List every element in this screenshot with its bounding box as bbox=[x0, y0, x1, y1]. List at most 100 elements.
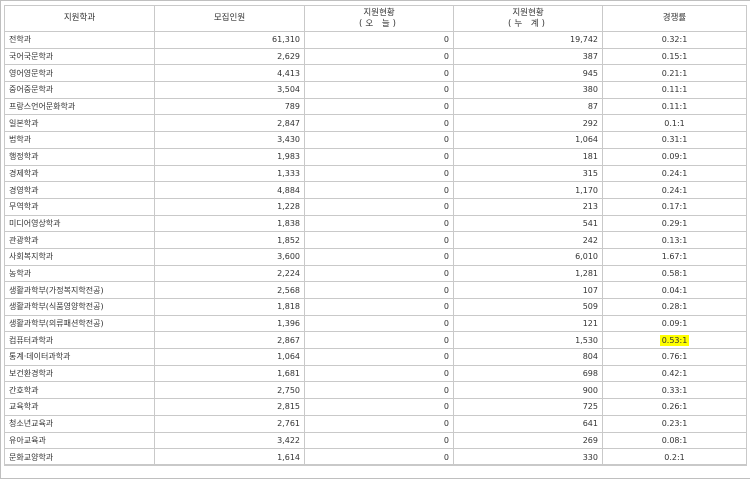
today-count-cell: 0 bbox=[304, 414, 454, 433]
dept-cell: 농학과 bbox=[4, 264, 155, 283]
quota-cell: 2,847 bbox=[154, 114, 305, 133]
table-row: 생활과학부(가정복지학전공) 2,568 0 107 0.04:1 bbox=[4, 281, 747, 299]
total-count-cell: 315 bbox=[453, 164, 603, 183]
table-row: 교육학과 2,815 0 725 0.26:1 bbox=[4, 398, 747, 416]
rate-cell: 0.08:1 bbox=[602, 431, 747, 450]
today-count-cell: 0 bbox=[304, 64, 454, 83]
today-count-cell: 0 bbox=[304, 331, 454, 350]
rate-cell: 0.11:1 bbox=[602, 81, 747, 99]
total-count-cell: 380 bbox=[453, 81, 603, 99]
dept-cell: 교육학과 bbox=[4, 398, 155, 416]
highlighted-rate: 0.53:1 bbox=[659, 334, 690, 346]
today-count-cell: 0 bbox=[304, 97, 454, 116]
table-row: 간호학과 2,750 0 900 0.33:1 bbox=[4, 381, 747, 400]
total-count-cell: 1,281 bbox=[453, 264, 603, 283]
rate-cell: 0.26:1 bbox=[602, 398, 747, 416]
header-dept: 지원학과 bbox=[4, 5, 155, 32]
dept-cell: 청소년교육과 bbox=[4, 414, 155, 433]
rate-cell: 0.76:1 bbox=[602, 348, 747, 366]
total-count-cell: 292 bbox=[453, 114, 603, 133]
total-count-cell: 242 bbox=[453, 231, 603, 249]
dept-cell: 경영학과 bbox=[4, 181, 155, 199]
table-row: 유아교육과 3,422 0 269 0.08:1 bbox=[4, 431, 747, 450]
table-row: 중어중문학과 3,504 0 380 0.11:1 bbox=[4, 81, 747, 99]
dept-cell: 생활과학부(식품영양학전공) bbox=[4, 298, 155, 316]
dept-cell: 사회복지학과 bbox=[4, 247, 155, 266]
today-count-cell: 0 bbox=[304, 348, 454, 366]
rate-cell: 0.53:1 bbox=[602, 331, 747, 350]
dept-cell: 행정학과 bbox=[4, 147, 155, 166]
applications-table: 지원학과 모집인원 지원현황 (오 늘) 지원현황 (누 계) 경쟁률 전학과 6… bbox=[4, 5, 747, 466]
total-count-cell: 87 bbox=[453, 97, 603, 116]
table-bottom-divider bbox=[4, 464, 746, 465]
today-count-cell: 0 bbox=[304, 398, 454, 416]
total-count-cell: 541 bbox=[453, 214, 603, 233]
rate-cell: 0.09:1 bbox=[602, 147, 747, 166]
quota-cell: 1,333 bbox=[154, 164, 305, 183]
quota-cell: 2,750 bbox=[154, 381, 305, 400]
table-row: 경영학과 4,884 0 1,170 0.24:1 bbox=[4, 181, 747, 199]
table-row: 국어국문학과 2,629 0 387 0.15:1 bbox=[4, 47, 747, 66]
table-row: 영어영문학과 4,413 0 945 0.21:1 bbox=[4, 64, 747, 83]
table-row: 무역학과 1,228 0 213 0.17:1 bbox=[4, 197, 747, 216]
table-row: 미디어영상학과 1,838 0 541 0.29:1 bbox=[4, 214, 747, 233]
today-count-cell: 0 bbox=[304, 214, 454, 233]
rate-cell: 0.31:1 bbox=[602, 131, 747, 149]
table-row: 일본학과 2,847 0 292 0.1:1 bbox=[4, 114, 747, 133]
header-rate: 경쟁률 bbox=[602, 5, 747, 32]
today-count-cell: 0 bbox=[304, 197, 454, 216]
total-count-cell: 181 bbox=[453, 147, 603, 166]
dept-cell: 전학과 bbox=[4, 31, 155, 49]
total-count-cell: 330 bbox=[453, 448, 603, 466]
total-count-cell: 387 bbox=[453, 47, 603, 66]
total-count-cell: 900 bbox=[453, 381, 603, 400]
dept-cell: 보건환경학과 bbox=[4, 364, 155, 383]
header-quota: 모집인원 bbox=[154, 5, 305, 32]
quota-cell: 2,867 bbox=[154, 331, 305, 350]
total-count-cell: 698 bbox=[453, 364, 603, 383]
quota-cell: 1,228 bbox=[154, 197, 305, 216]
table-row: 생활과학부(식품영양학전공) 1,818 0 509 0.28:1 bbox=[4, 298, 747, 316]
total-count-cell: 213 bbox=[453, 197, 603, 216]
table-row: 전학과 61,310 0 19,742 0.32:1 bbox=[4, 31, 747, 49]
header-row: 지원학과 모집인원 지원현황 (오 늘) 지원현황 (누 계) 경쟁률 bbox=[4, 5, 747, 32]
rate-cell: 0.21:1 bbox=[602, 64, 747, 83]
quota-cell: 1,838 bbox=[154, 214, 305, 233]
quota-cell: 1,681 bbox=[154, 364, 305, 383]
quota-cell: 1,064 bbox=[154, 348, 305, 366]
table-row: 법학과 3,430 0 1,064 0.31:1 bbox=[4, 131, 747, 149]
header-total-line1: 지원현황 bbox=[512, 7, 544, 18]
quota-cell: 2,815 bbox=[154, 398, 305, 416]
dept-cell: 무역학과 bbox=[4, 197, 155, 216]
total-count-cell: 509 bbox=[453, 298, 603, 316]
total-count-cell: 1,170 bbox=[453, 181, 603, 199]
table-row: 문화교양학과 1,614 0 330 0.2:1 bbox=[4, 448, 747, 466]
table-row: 생활과학부(의류패션학전공) 1,396 0 121 0.09:1 bbox=[4, 314, 747, 333]
quota-cell: 1,983 bbox=[154, 147, 305, 166]
today-count-cell: 0 bbox=[304, 281, 454, 299]
quota-cell: 4,884 bbox=[154, 181, 305, 199]
header-today-line1: 지원현황 bbox=[363, 7, 395, 18]
rate-cell: 0.32:1 bbox=[602, 31, 747, 49]
today-count-cell: 0 bbox=[304, 131, 454, 149]
total-count-cell: 641 bbox=[453, 414, 603, 433]
total-count-cell: 1,064 bbox=[453, 131, 603, 149]
table-header: 지원학과 모집인원 지원현황 (오 늘) 지원현황 (누 계) 경쟁률 bbox=[4, 5, 747, 32]
table-row: 컴퓨터과학과 2,867 0 1,530 0.53:1 bbox=[4, 331, 747, 350]
dept-cell: 미디어영상학과 bbox=[4, 214, 155, 233]
quota-cell: 3,430 bbox=[154, 131, 305, 149]
dept-cell: 중어중문학과 bbox=[4, 81, 155, 99]
quota-cell: 61,310 bbox=[154, 31, 305, 49]
table-row: 행정학과 1,983 0 181 0.09:1 bbox=[4, 147, 747, 166]
quota-cell: 2,629 bbox=[154, 47, 305, 66]
table-row: 관광학과 1,852 0 242 0.13:1 bbox=[4, 231, 747, 249]
today-count-cell: 0 bbox=[304, 247, 454, 266]
today-count-cell: 0 bbox=[304, 31, 454, 49]
today-count-cell: 0 bbox=[304, 81, 454, 99]
today-count-cell: 0 bbox=[304, 181, 454, 199]
page-frame: 지원학과 모집인원 지원현황 (오 늘) 지원현황 (누 계) 경쟁률 전학과 6… bbox=[0, 0, 750, 479]
table-row: 통계·데이터과학과 1,064 0 804 0.76:1 bbox=[4, 348, 747, 366]
quota-cell: 3,504 bbox=[154, 81, 305, 99]
dept-cell: 통계·데이터과학과 bbox=[4, 348, 155, 366]
rate-cell: 0.29:1 bbox=[602, 214, 747, 233]
